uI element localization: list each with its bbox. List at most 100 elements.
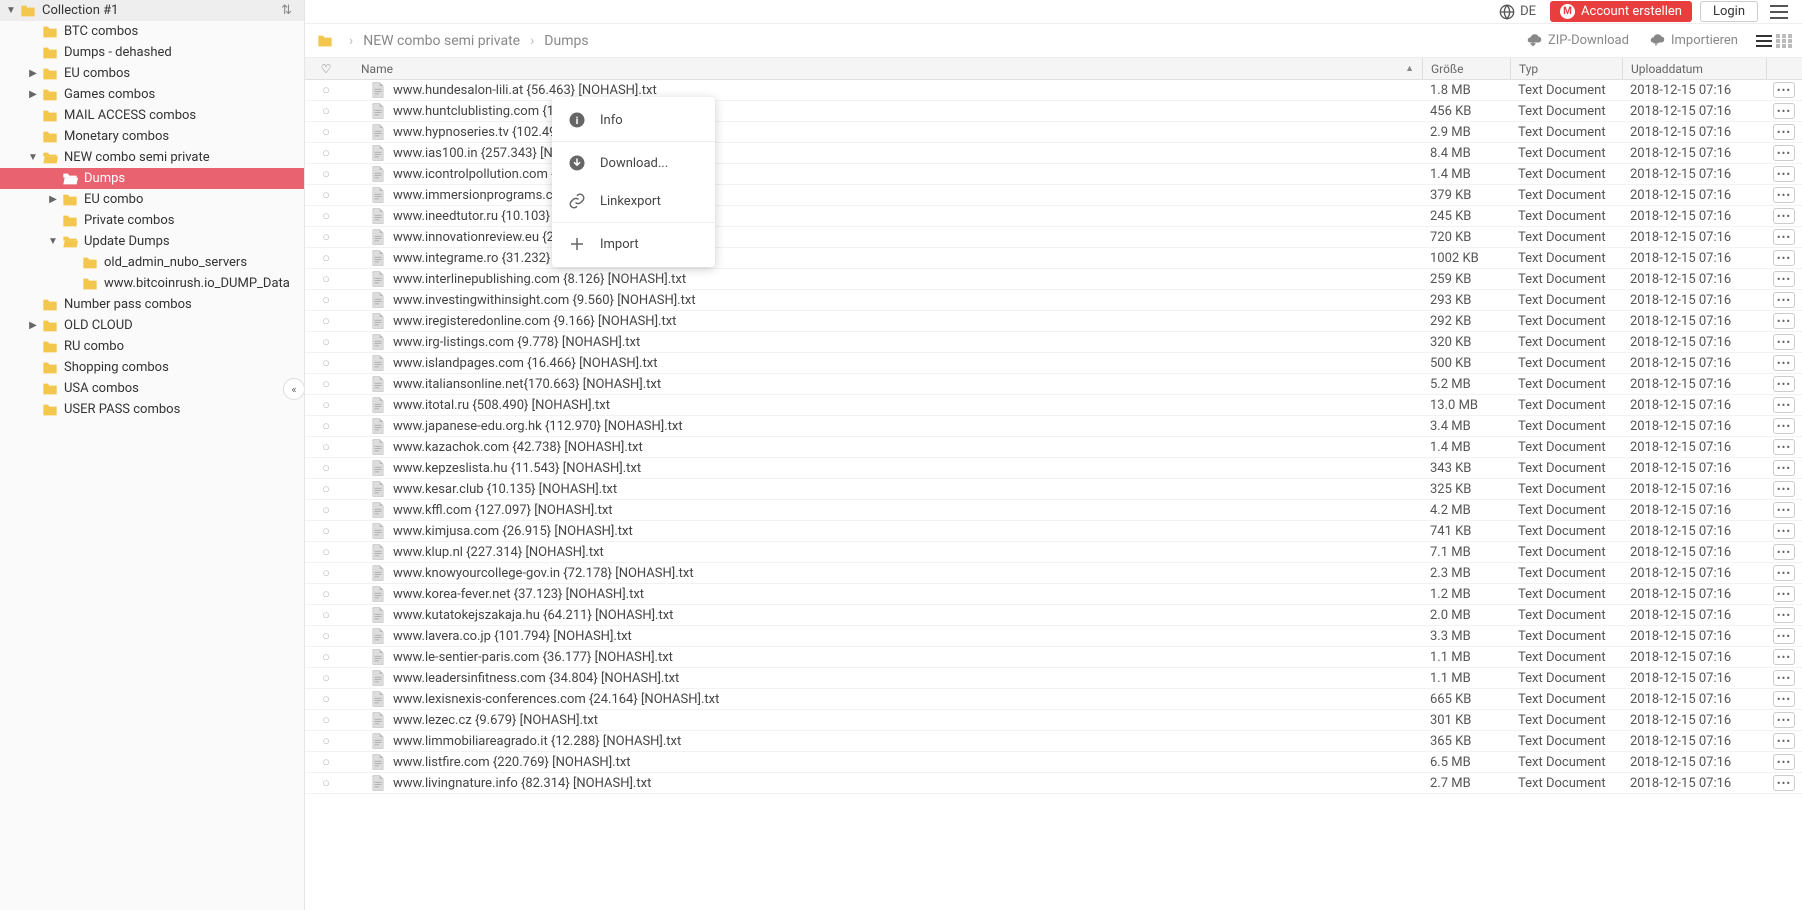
favorite-toggle[interactable]: ○ xyxy=(305,166,347,182)
file-row[interactable]: ○www.klup.nl {227.314} [NOHASH].txt7.1 M… xyxy=(305,542,1802,563)
sidebar-item[interactable]: ▶EU combos xyxy=(0,63,304,84)
favorite-toggle[interactable]: ○ xyxy=(305,292,347,308)
file-row[interactable]: ○www.integrame.ro {31.232} [NOHASH].txt1… xyxy=(305,248,1802,269)
more-actions-button[interactable]: ••• xyxy=(1773,208,1795,224)
more-actions-button[interactable]: ••• xyxy=(1773,187,1795,203)
more-actions-button[interactable]: ••• xyxy=(1773,250,1795,266)
favorite-toggle[interactable]: ○ xyxy=(305,481,347,497)
login-button[interactable]: Login xyxy=(1700,1,1758,22)
collapse-sidebar-button[interactable]: « xyxy=(283,378,305,400)
favorite-toggle[interactable]: ○ xyxy=(305,649,347,665)
collection-header[interactable]: ▼ Collection #1 ⇅ xyxy=(0,0,304,21)
file-row[interactable]: ○www.iregisteredonline.com {9.166} [NOHA… xyxy=(305,311,1802,332)
sidebar-item[interactable]: Private combos xyxy=(0,210,304,231)
file-row[interactable]: ○www.kimjusa.com {26.915} [NOHASH].txt74… xyxy=(305,521,1802,542)
favorite-toggle[interactable]: ○ xyxy=(305,103,347,119)
tree-toggle-icon[interactable]: ▶ xyxy=(26,68,40,79)
more-actions-button[interactable]: ••• xyxy=(1773,502,1795,518)
more-actions-button[interactable]: ••• xyxy=(1773,733,1795,749)
more-actions-button[interactable]: ••• xyxy=(1773,712,1795,728)
more-actions-button[interactable]: ••• xyxy=(1773,292,1795,308)
date-column-header[interactable]: Uploaddatum xyxy=(1622,58,1766,79)
more-actions-button[interactable]: ••• xyxy=(1773,334,1795,350)
file-row[interactable]: ○www.lezec.cz {9.679} [NOHASH].txt301 KB… xyxy=(305,710,1802,731)
file-row[interactable]: ○www.innovationreview.eu {24.269} [NOHAS… xyxy=(305,227,1802,248)
context-download[interactable]: Download... xyxy=(552,144,715,182)
file-row[interactable]: ○www.kepzeslista.hu {11.543} [NOHASH].tx… xyxy=(305,458,1802,479)
sidebar-item[interactable]: ▶OLD CLOUD xyxy=(0,315,304,336)
file-row[interactable]: ○www.korea-fever.net {37.123} [NOHASH].t… xyxy=(305,584,1802,605)
hamburger-menu-icon[interactable] xyxy=(1766,3,1792,21)
more-actions-button[interactable]: ••• xyxy=(1773,271,1795,287)
sidebar-item[interactable]: www.bitcoinrush.io_DUMP_Data xyxy=(0,273,304,294)
file-row[interactable]: ○www.livingnature.info {82.314} [NOHASH]… xyxy=(305,773,1802,794)
more-actions-button[interactable]: ••• xyxy=(1773,439,1795,455)
favorite-toggle[interactable]: ○ xyxy=(305,439,347,455)
language-selector[interactable]: DE xyxy=(1493,2,1542,22)
more-actions-button[interactable]: ••• xyxy=(1773,691,1795,707)
sidebar-item[interactable]: old_admin_nubo_servers xyxy=(0,252,304,273)
file-row[interactable]: ○www.itotal.ru {508.490} [NOHASH].txt13.… xyxy=(305,395,1802,416)
file-row[interactable]: ○www.investingwithinsight.com {9.560} [N… xyxy=(305,290,1802,311)
file-row[interactable]: ○www.lexisnexis-conferences.com {24.164}… xyxy=(305,689,1802,710)
more-actions-button[interactable]: ••• xyxy=(1773,103,1795,119)
more-actions-button[interactable]: ••• xyxy=(1773,145,1795,161)
favorite-toggle[interactable]: ○ xyxy=(305,208,347,224)
more-actions-button[interactable]: ••• xyxy=(1773,586,1795,602)
breadcrumb-item[interactable]: NEW combo semi private xyxy=(363,33,520,49)
more-actions-button[interactable]: ••• xyxy=(1773,544,1795,560)
tree-toggle-icon[interactable]: ▼ xyxy=(46,236,60,247)
sidebar-item[interactable]: ▶Games combos xyxy=(0,84,304,105)
file-row[interactable]: ○www.kesar.club {10.135} [NOHASH].txt325… xyxy=(305,479,1802,500)
favorite-toggle[interactable]: ○ xyxy=(305,187,347,203)
file-row[interactable]: ○www.kutatokejszakaja.hu {64.211} [NOHAS… xyxy=(305,605,1802,626)
file-row[interactable]: ○www.japanese-edu.org.hk {112.970} [NOHA… xyxy=(305,416,1802,437)
context-import[interactable]: Import xyxy=(552,225,715,263)
favorite-toggle[interactable]: ○ xyxy=(305,565,347,581)
favorite-toggle[interactable]: ○ xyxy=(305,418,347,434)
sidebar-item[interactable]: Monetary combos xyxy=(0,126,304,147)
favorite-toggle[interactable]: ○ xyxy=(305,250,347,266)
sidebar-item[interactable]: Number pass combos xyxy=(0,294,304,315)
file-row[interactable]: ○www.kffl.com {127.097} [NOHASH].txt4.2 … xyxy=(305,500,1802,521)
favorite-toggle[interactable]: ○ xyxy=(305,670,347,686)
chevron-down-icon[interactable]: ▼ xyxy=(4,5,18,16)
file-row[interactable]: ○www.hundesalon-lili.at {56.463} [NOHASH… xyxy=(305,80,1802,101)
more-actions-button[interactable]: ••• xyxy=(1773,229,1795,245)
favorite-toggle[interactable]: ○ xyxy=(305,691,347,707)
file-row[interactable]: ○www.islandpages.com {16.466} [NOHASH].t… xyxy=(305,353,1802,374)
import-button[interactable]: Importieren xyxy=(1647,33,1738,48)
favorite-toggle[interactable]: ○ xyxy=(305,376,347,392)
sidebar-item[interactable]: MAIL ACCESS combos xyxy=(0,105,304,126)
favorite-toggle[interactable]: ○ xyxy=(305,397,347,413)
sidebar-item[interactable]: RU combo xyxy=(0,336,304,357)
context-linkexport[interactable]: Linkexport xyxy=(552,182,715,220)
sidebar-item[interactable]: ▼Update Dumps xyxy=(0,231,304,252)
more-actions-button[interactable]: ••• xyxy=(1773,82,1795,98)
more-actions-button[interactable]: ••• xyxy=(1773,460,1795,476)
sidebar-item[interactable]: Dumps - dehashed xyxy=(0,42,304,63)
sidebar-item[interactable]: Shopping combos xyxy=(0,357,304,378)
file-row[interactable]: ○www.immersionprograms.com {11} [NOHASH]… xyxy=(305,185,1802,206)
list-view-icon[interactable] xyxy=(1756,34,1772,48)
more-actions-button[interactable]: ••• xyxy=(1773,166,1795,182)
favorite-toggle[interactable]: ○ xyxy=(305,502,347,518)
more-actions-button[interactable]: ••• xyxy=(1773,649,1795,665)
file-row[interactable]: ○www.ias100.in {257.343} [NOHASH].txt8.4… xyxy=(305,143,1802,164)
breadcrumb-item[interactable]: Dumps xyxy=(544,33,588,49)
sidebar-item[interactable]: USA combos xyxy=(0,378,304,399)
favorite-toggle[interactable]: ○ xyxy=(305,355,347,371)
more-actions-button[interactable]: ••• xyxy=(1773,754,1795,770)
more-actions-button[interactable]: ••• xyxy=(1773,124,1795,140)
type-column-header[interactable]: Typ xyxy=(1510,58,1622,79)
more-actions-button[interactable]: ••• xyxy=(1773,418,1795,434)
favorite-toggle[interactable]: ○ xyxy=(305,712,347,728)
favorite-toggle[interactable]: ○ xyxy=(305,334,347,350)
more-actions-button[interactable]: ••• xyxy=(1773,775,1795,791)
tree-toggle-icon[interactable]: ▶ xyxy=(46,194,60,205)
favorite-toggle[interactable]: ○ xyxy=(305,733,347,749)
file-row[interactable]: ○www.leadersinfitness.com {34.804} [NOHA… xyxy=(305,668,1802,689)
file-row[interactable]: ○www.listfire.com {220.769} [NOHASH].txt… xyxy=(305,752,1802,773)
tree-toggle-icon[interactable]: ▶ xyxy=(26,320,40,331)
file-row[interactable]: ○www.hypnoseries.tv {102.497} [NOHASH].t… xyxy=(305,122,1802,143)
